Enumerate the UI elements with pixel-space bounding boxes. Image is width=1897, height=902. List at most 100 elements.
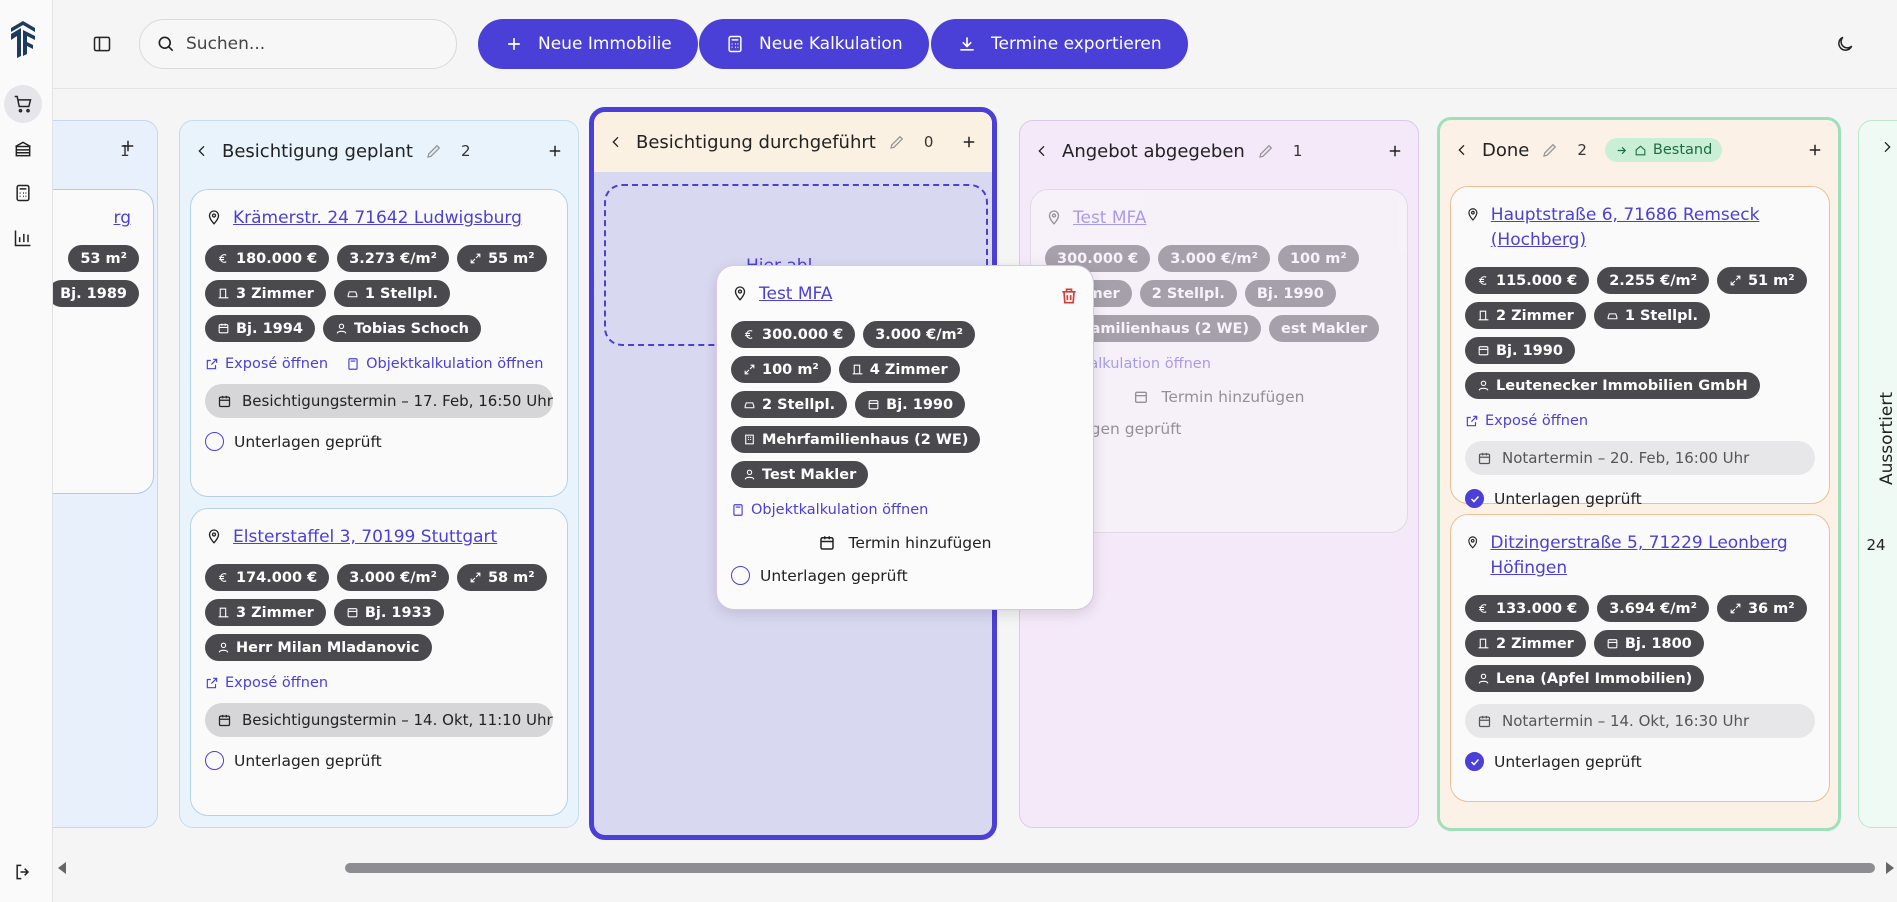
- documents-checkbox: nterlagen geprüft: [1045, 420, 1182, 438]
- external-link-icon: [206, 677, 218, 689]
- appointment-pill[interactable]: Besichtigungstermin – 17. Feb, 16:50 Uhr: [205, 384, 553, 418]
- price-chip: 300.000 €: [731, 321, 856, 348]
- year-chip: Bj. 1990: [1244, 280, 1336, 307]
- column-sorted-out[interactable]: Aussortiert 24: [1858, 120, 1897, 828]
- price-chip: 133.000 €: [1465, 595, 1590, 622]
- building-type-chip: Mehrfamilienhaus (2 WE): [731, 426, 981, 453]
- calendar-icon: [218, 395, 231, 407]
- horizontal-scrollbar[interactable]: [53, 853, 1897, 883]
- scroll-right-icon[interactable]: [1885, 862, 1895, 874]
- property-address[interactable]: Elsterstaffel 3, 70199 Stuttgart: [233, 525, 497, 550]
- year-chip: Bj. 1990: [1465, 337, 1575, 364]
- logout-icon[interactable]: [4, 853, 42, 891]
- car-icon: [744, 402, 755, 409]
- open-calculation-link[interactable]: Objektkalkulation öffnen: [731, 502, 928, 518]
- year-chip: Bj. 1990: [855, 391, 966, 418]
- app-logo[interactable]: [8, 18, 38, 60]
- new-calculation-button[interactable]: Neue Kalkulation: [699, 19, 929, 69]
- door-icon: [1478, 638, 1489, 649]
- property-card[interactable]: rg 53 m² Bj. 1989: [53, 189, 154, 494]
- chevron-right-icon[interactable]: [1879, 139, 1895, 155]
- chevron-left-icon[interactable]: [1034, 143, 1050, 159]
- appointment-pill[interactable]: Notartermin – 20. Feb, 16:00 Uhr: [1465, 441, 1815, 475]
- building-icon[interactable]: [4, 130, 42, 168]
- property-address[interactable]: Ditzingerstraße 5, 71229 Leonberg Höfing…: [1490, 531, 1815, 581]
- door-icon: [852, 364, 863, 375]
- chevron-left-icon[interactable]: [194, 143, 210, 159]
- column-count: 2: [460, 142, 471, 160]
- expand-icon: [1730, 603, 1741, 614]
- pencil-icon[interactable]: [888, 133, 906, 151]
- car-icon: [1607, 313, 1618, 320]
- rooms-chip: 4 Zimmer: [838, 356, 960, 383]
- column-title: Angebot abgegeben: [1062, 140, 1245, 162]
- sidebar-toggle-icon[interactable]: [88, 30, 116, 58]
- dark-mode-icon[interactable]: [1831, 30, 1859, 58]
- export-appointments-label: Termine exportieren: [991, 34, 1162, 54]
- column-count: 24: [1866, 536, 1886, 554]
- add-card-icon[interactable]: [546, 142, 564, 160]
- open-calculation-link[interactable]: Objektkalkulation öffnen: [346, 356, 543, 372]
- expand-icon: [1730, 275, 1741, 286]
- search-input[interactable]: [186, 34, 426, 54]
- add-appointment-button[interactable]: Termin hinzufügen: [731, 534, 1079, 552]
- sidebar-rail: [0, 0, 53, 902]
- property-address[interactable]: rg: [114, 206, 131, 231]
- calculator-icon: [348, 358, 358, 370]
- parking-chip: 2 Stellpl.: [1139, 280, 1237, 307]
- add-card-icon[interactable]: [960, 133, 978, 151]
- property-card[interactable]: Krämerstr. 24 71642 Ludwigsburg 180.000 …: [190, 189, 568, 497]
- documents-checkbox[interactable]: Unterlagen geprüft: [205, 432, 553, 451]
- documents-checkbox[interactable]: Unterlagen geprüft: [731, 566, 1079, 585]
- search-icon: [158, 36, 174, 52]
- documents-checkbox[interactable]: Unterlagen geprüft: [1465, 489, 1815, 508]
- calendar-icon: [218, 323, 229, 334]
- price-per-sqm-chip: 3.000 €/m²: [337, 564, 449, 591]
- location-pin-icon: [1048, 210, 1060, 225]
- add-card-icon[interactable]: [1386, 142, 1404, 160]
- new-property-button[interactable]: Neue Immobilie: [478, 19, 698, 69]
- property-card[interactable]: Hauptstraße 6, 71686 Remseck (Hochberg) …: [1450, 186, 1830, 508]
- calendar-icon: [1478, 452, 1491, 464]
- calendar-icon: [1607, 639, 1618, 649]
- year-chip: Bj. 1989: [53, 280, 139, 307]
- person-icon: [1478, 673, 1489, 684]
- chevron-left-icon[interactable]: [608, 134, 624, 150]
- price-per-sqm-chip: 3.273 €/m²: [337, 245, 449, 272]
- column-title: Besichtigung durchgeführt: [636, 131, 876, 153]
- documents-checkbox[interactable]: Unterlagen geprüft: [205, 751, 553, 770]
- property-address[interactable]: Krämerstr. 24 71642 Ludwigsburg: [233, 206, 522, 231]
- open-expose-link[interactable]: Exposé öffnen: [205, 675, 328, 691]
- scroll-left-icon[interactable]: [57, 862, 67, 874]
- documents-checkbox[interactable]: Unterlagen geprüft: [1465, 752, 1815, 771]
- chevron-left-icon[interactable]: [1454, 142, 1470, 158]
- appointment-pill[interactable]: Besichtigungstermin – 14. Okt, 11:10 Uhr: [205, 703, 553, 737]
- property-address[interactable]: Hauptstraße 6, 71686 Remseck (Hochberg): [1491, 203, 1815, 253]
- export-appointments-button[interactable]: Termine exportieren: [931, 19, 1188, 69]
- search-field[interactable]: [139, 19, 457, 69]
- pencil-icon[interactable]: [425, 142, 443, 160]
- open-expose-link[interactable]: Exposé öffnen: [1465, 413, 1588, 429]
- rooms-chip: 2 Zimmer: [1465, 302, 1586, 329]
- add-card-icon[interactable]: [1806, 141, 1824, 159]
- plus-icon: [508, 38, 520, 50]
- property-card[interactable]: Elsterstaffel 3, 70199 Stuttgart 174.000…: [190, 508, 568, 816]
- property-card[interactable]: Ditzingerstraße 5, 71229 Leonberg Höfing…: [1450, 514, 1830, 802]
- cart-icon[interactable]: [4, 85, 42, 123]
- property-address[interactable]: Test MFA: [759, 282, 832, 307]
- pencil-icon[interactable]: [1541, 141, 1559, 159]
- area-chip: 53 m²: [68, 245, 139, 272]
- calculator-icon[interactable]: [4, 174, 42, 212]
- scrollbar-thumb[interactable]: [345, 863, 1875, 873]
- year-chip: Bj. 1800: [1593, 630, 1704, 657]
- open-expose-link[interactable]: Exposé öffnen: [205, 356, 328, 372]
- trash-icon[interactable]: [1059, 286, 1079, 306]
- dragged-property-card[interactable]: Test MFA 300.000 € 3.000 €/m² 100 m² 4 Z…: [716, 265, 1094, 610]
- download-icon: [960, 37, 974, 51]
- bar-chart-icon[interactable]: [4, 219, 42, 257]
- appointment-pill[interactable]: Notartermin – 14. Okt, 16:30 Uhr: [1465, 704, 1815, 738]
- agent-chip: est Makler: [1268, 315, 1380, 342]
- person-icon: [1478, 380, 1489, 391]
- pencil-icon[interactable]: [1257, 142, 1275, 160]
- add-card-icon[interactable]: [119, 137, 137, 155]
